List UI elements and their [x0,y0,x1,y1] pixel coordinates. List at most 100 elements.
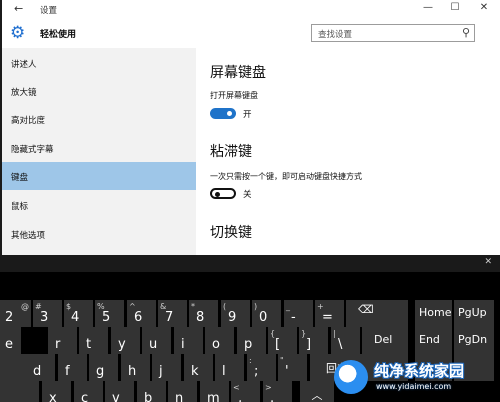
keyboard-title-bar: ✕ [0,255,500,272]
key-d[interactable]: d [26,354,55,381]
sidebar-item-label: 高对比度 [11,116,46,126]
key-comma[interactable]: <, [231,381,260,402]
key-label: ' [285,364,289,379]
key-shift-label: " [280,356,284,365]
key-label: y [118,337,126,352]
key-shift-label: | [333,329,336,338]
sidebar-item-keyboard[interactable]: 键盘 [2,162,196,190]
key-semicolon[interactable]: :; [247,354,276,381]
key-backslash[interactable]: | \ [331,327,360,354]
sidebar-item-mouse[interactable]: 鼠标 [2,191,196,219]
key-y[interactable]: y [111,327,140,354]
key-right-bracket[interactable]: }] [299,327,328,354]
key-f[interactable]: f [58,354,87,381]
key-del[interactable]: Del [362,327,408,354]
key-2[interactable]: @2 [0,300,31,327]
key-l[interactable]: l [215,354,244,381]
key-up-arrow[interactable]: ︿ [300,381,334,402]
search-icon[interactable]: ⚲ [462,26,470,39]
key-e[interactable]: e [0,327,21,354]
key-label: m [207,391,220,402]
key-6[interactable]: ^ 6 [127,300,156,327]
key-u[interactable]: u [142,327,171,354]
key-p[interactable]: p [237,327,266,354]
key-h[interactable]: h [121,354,150,381]
key-b[interactable]: b [137,381,166,402]
key-label: e [5,337,13,352]
sidebar-item-label: 键盘 [11,173,29,183]
key-label: k [191,364,199,379]
key-minus[interactable]: _ - [284,300,313,327]
key-end[interactable]: End [415,327,452,354]
sticky-keys-heading: 粘滞键 [210,144,252,160]
maximize-button[interactable]: ☐ [447,2,463,13]
sticky-keys-toggle[interactable] [210,188,236,199]
key-label: ; [254,364,259,379]
key-5[interactable]: % 5 [95,300,124,327]
sidebar-item-magnifier[interactable]: 放大镜 [2,77,196,105]
key-label: p [244,337,253,352]
key-period[interactable]: >. [263,381,292,402]
key-label: ] [306,337,312,352]
key-7[interactable]: & 7 [158,300,187,327]
key-c[interactable]: c [74,381,103,402]
toggle-knob [215,191,220,197]
key-label: 8 [196,310,205,325]
key-label: o [212,337,220,352]
key-r[interactable]: r [48,327,77,354]
back-arrow-icon[interactable]: ← [14,2,23,15]
key-i[interactable]: i [174,327,203,354]
sidebar-item-closed-captions[interactable]: 隐藏式字幕 [2,134,196,162]
toggle-keys-heading: 切换键 [210,225,252,241]
onscreen-keyboard-toggle[interactable] [210,108,236,119]
title-bar: ← 设置 — ☐ ✕ [2,0,500,19]
key-label: 9 [228,310,237,325]
search-placeholder: 查找设置 [318,30,353,40]
key-o[interactable]: o [205,327,234,354]
key-n[interactable]: n [168,381,197,402]
key-equals[interactable]: + = [315,300,344,327]
key-m[interactable]: m [200,381,229,402]
key-g[interactable]: g [89,354,118,381]
key-label: = [322,310,333,325]
key-t[interactable]: t [79,327,108,354]
key-home[interactable]: Home [415,300,452,327]
onscreen-keyboard-state: 开 [243,110,252,120]
key-pgdn[interactable]: PgDn [454,327,494,354]
key-label: 4 [71,310,80,325]
sidebar-item-label: 放大镜 [11,88,37,98]
key-k[interactable]: k [184,354,213,381]
key-label: j [159,364,163,379]
key-4[interactable]: $4 [64,300,93,327]
key-label: , [238,391,243,402]
key-label: t [86,337,92,352]
key-x[interactable]: x [42,381,71,402]
key-0[interactable]: ) 0 [252,300,281,327]
key-label: End [419,333,440,346]
key-left-bracket[interactable]: {[ [268,327,297,354]
key-j[interactable]: j [152,354,181,381]
sidebar-item-other-options[interactable]: 其他选项 [2,220,196,248]
key-label: l [222,364,226,379]
minimize-button[interactable]: — [420,2,436,13]
sidebar-item-label: 其他选项 [11,231,46,241]
key-z[interactable] [0,381,39,402]
key-pgup[interactable]: PgUp [454,300,494,327]
key-backspace[interactable]: ⌫ [346,300,408,327]
search-input[interactable]: 查找设置 ⚲ [311,24,475,42]
key-label: x [49,391,57,402]
sidebar-item-high-contrast[interactable]: 高对比度 [2,105,196,133]
key-quote[interactable]: " ' [278,354,307,381]
sidebar: 讲述人 放大镜 高对比度 隐藏式字幕 键盘 鼠标 其他选项 [2,48,196,255]
key-8[interactable]: * 8 [189,300,218,327]
key-3[interactable]: #3 [33,300,62,327]
sidebar-item-narrator[interactable]: 讲述人 [2,49,196,77]
key-label: PgUp [458,306,487,319]
key-label: PgDn [458,333,488,346]
key-label: . [270,391,275,402]
key-9[interactable]: (9 [221,300,250,327]
sticky-keys-state: 关 [243,190,252,200]
keyboard-close-button[interactable]: ✕ [484,257,492,267]
close-button[interactable]: ✕ [476,2,492,13]
key-v[interactable]: v [105,381,134,402]
